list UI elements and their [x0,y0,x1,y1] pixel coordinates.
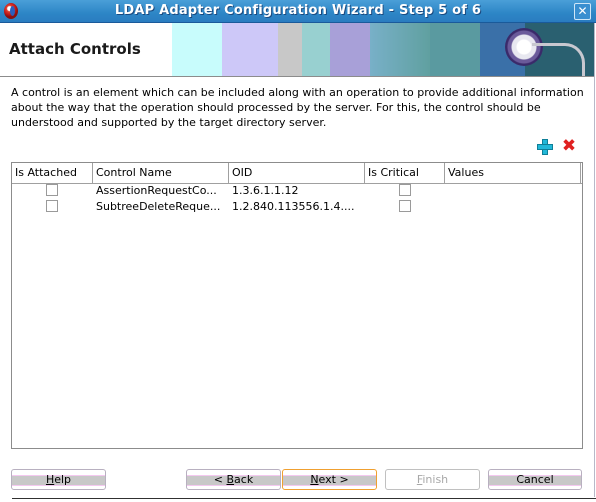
cancel-button[interactable]: Cancel [488,469,582,490]
controls-table[interactable]: Is Attached Control Name OID Is Critical… [11,162,583,449]
close-icon: ✕ [577,4,588,18]
window-title: LDAP Adapter Configuration Wizard - Step… [114,3,482,18]
help-label: elp [54,473,72,486]
column-header-control-name[interactable]: Control Name [93,163,229,183]
close-button[interactable]: ✕ [574,3,591,20]
wizard-header: Attach Controls [0,23,594,77]
is-attached-checkbox[interactable] [46,200,58,212]
table-header: Is Attached Control Name OID Is Critical… [12,163,582,184]
add-icon[interactable] [537,139,553,155]
table-row[interactable]: SubtreeDeleteReque... 1.2.840.113556.1.4… [12,198,582,215]
title-bar[interactable]: LDAP Adapter Configuration Wizard - Step… [0,0,596,23]
column-header-is-critical[interactable]: Is Critical [365,163,445,183]
oid-cell: 1.3.6.1.1.12 [232,184,299,197]
control-name-cell: AssertionRequestCo... [96,184,217,197]
next-mnemonic: N [310,473,319,486]
next-label: ext > [318,473,349,486]
next-button[interactable]: Next > [282,469,377,490]
background-window-edge [12,498,596,502]
wizard-window: LDAP Adapter Configuration Wizard - Step… [0,0,596,497]
page-title: Attach Controls [9,40,141,58]
column-header-oid[interactable]: OID [229,163,365,183]
is-critical-checkbox[interactable] [399,184,411,196]
finish-label: inish [422,473,449,486]
finish-button[interactable]: Finish [385,469,480,490]
table-row[interactable]: AssertionRequestCo... 1.3.6.1.1.12 [12,182,582,199]
back-button[interactable]: < Back [186,469,281,490]
is-critical-checkbox[interactable] [399,200,411,212]
help-button[interactable]: Help [11,469,106,490]
values-cell[interactable] [445,198,581,215]
control-name-cell: SubtreeDeleteReque... [96,200,221,213]
column-header-values[interactable]: Values [445,163,581,183]
values-cell[interactable] [445,182,581,199]
help-mnemonic: H [45,473,55,486]
description-text: A control is an element which can be inc… [11,86,584,129]
oid-cell: 1.2.840.113556.1.4.... [232,200,355,213]
is-attached-checkbox[interactable] [46,184,58,196]
back-mnemonic: B [226,473,235,486]
header-banner [172,23,594,76]
column-header-is-attached[interactable]: Is Attached [12,163,93,183]
delete-icon[interactable]: ✖ [561,138,577,155]
back-prefix: < [213,473,227,486]
back-label: ack [234,473,254,486]
